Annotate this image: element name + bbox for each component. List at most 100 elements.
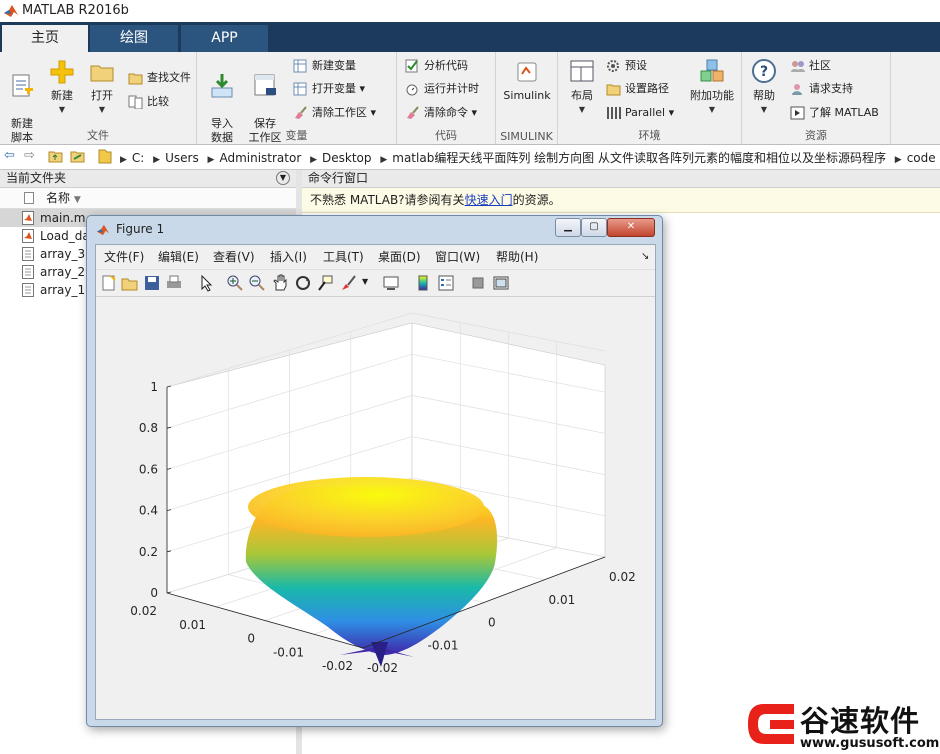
community-icon [791, 61, 805, 72]
hide-plot-tools-icon[interactable] [469, 274, 487, 292]
brush-icon [407, 106, 419, 119]
addons-button[interactable]: 附加功能 ▼ [686, 58, 738, 117]
menu-tools[interactable]: 工具(T) [323, 245, 364, 269]
plot-area[interactable]: 0 0.2 0.4 0.6 0.8 1 0.02 0.01 0 -0.01 -0.02 -0.02 -0… [96, 297, 655, 719]
insert-colorbar-icon[interactable] [414, 274, 432, 292]
insert-legend-icon[interactable] [437, 274, 455, 292]
parallel-button[interactable]: Parallel ▾ [606, 103, 674, 123]
tab-home[interactable]: 主页 [2, 25, 88, 52]
data-cursor-icon[interactable] [316, 274, 334, 292]
link-plot-icon[interactable] [382, 274, 400, 292]
run-and-time-button[interactable]: 运行并计时 [405, 79, 479, 99]
watermark: 谷速软件 www.gususoft.com [742, 694, 940, 754]
z-tick-label: 0 [150, 586, 158, 600]
watermark-url: www.gususoft.com [800, 736, 940, 751]
minimize-button[interactable]: ▁ [555, 218, 581, 237]
simulink-icon [517, 62, 537, 82]
browse-folder-icon[interactable] [70, 149, 86, 163]
compare-icon [128, 95, 143, 110]
menu-view[interactable]: 查看(V) [213, 245, 255, 269]
compare-button[interactable]: 比较 [128, 92, 169, 112]
gusu-logo-icon [748, 704, 794, 744]
y-tick-label: 0.02 [609, 570, 636, 584]
breadcrumb: ▶ C: ▶ Users ▶ Administrator ▶ Desktop ▶ matl… [120, 151, 936, 165]
panel-menu-icon[interactable]: ▼ [276, 171, 290, 185]
getting-started-notice: 不熟悉 MATLAB?请参阅有关快速入门的资源。 [302, 188, 940, 213]
tab-apps[interactable]: APP [181, 25, 268, 52]
learn-matlab-button[interactable]: 了解 MATLAB [790, 103, 879, 123]
menu-file[interactable]: 文件(F) [104, 245, 144, 269]
pointer-arrow-icon[interactable] [197, 274, 215, 292]
menu-edit[interactable]: 编辑(E) [158, 245, 199, 269]
maximize-button[interactable]: ▢ [581, 218, 607, 237]
figure-title-bar[interactable]: Figure 1 ▁ ▢ ✕ [87, 216, 662, 242]
crumb-drive[interactable]: C: [132, 151, 144, 165]
help-button[interactable]: ? 帮助 ▼ [742, 58, 786, 117]
new-figure-icon[interactable] [100, 274, 118, 292]
print-icon[interactable] [165, 274, 183, 292]
getting-started-link[interactable]: 快速入门 [465, 193, 513, 207]
menu-window[interactable]: 窗口(W) [435, 245, 480, 269]
forward-arrow-icon[interactable]: ⇨ [24, 148, 35, 163]
group-title-simulink: SIMULINK [500, 130, 553, 143]
help-question-icon: ? [752, 59, 776, 83]
preferences-button[interactable]: 预设 [606, 56, 647, 76]
group-title-variable: 变量 [285, 129, 308, 142]
request-support-button[interactable]: 请求支持 [790, 79, 853, 99]
ribbon: 新建 脚本 新建 ▼ 打开 ▼ 查找文件 比较 文件 导入 数据 保存 工作区 新建… [0, 52, 940, 145]
clear-workspace-button[interactable]: 清除工作区 ▾ [293, 103, 376, 123]
menu-insert[interactable]: 插入(I) [270, 245, 307, 269]
x-tick-label: -0.01 [273, 645, 304, 659]
menu-desktop[interactable]: 桌面(D) [378, 245, 421, 269]
brush-data-icon[interactable] [340, 274, 358, 292]
surface-cap [248, 477, 484, 537]
close-button[interactable]: ✕ [607, 218, 655, 237]
name-column-header[interactable]: 名称 ▼ [0, 188, 296, 209]
crumb-project[interactable]: matlab编程天线平面阵列 绘制方向图 从文件读取各阵列元素的幅度和相位以及坐… [392, 151, 886, 165]
dock-arrow-icon[interactable]: ↘ [641, 245, 649, 269]
clear-commands-button[interactable]: 清除命令 ▾ [405, 103, 477, 123]
open-variable-button[interactable]: 打开变量 ▾ [293, 79, 365, 99]
open-file-icon[interactable] [121, 274, 139, 292]
crumb-administrator[interactable]: Administrator [219, 151, 301, 165]
analyze-code-icon [405, 59, 418, 73]
tab-plots[interactable]: 绘图 [90, 25, 178, 52]
show-plot-tools-icon[interactable] [492, 274, 510, 292]
set-path-button[interactable]: 设置路径 [606, 79, 669, 99]
simulink-button[interactable]: Simulink [502, 58, 552, 103]
save-icon[interactable] [143, 274, 161, 292]
community-button[interactable]: 社区 [790, 56, 831, 76]
group-title-file: 文件 [87, 129, 109, 142]
y-tick-label: -0.01 [428, 638, 459, 652]
figure-window[interactable]: Figure 1 ▁ ▢ ✕ 文件(F) 编辑(E) 查看(V) 插入(I) 工… [86, 215, 663, 727]
crumb-users[interactable]: Users [165, 151, 199, 165]
brush-icon [295, 106, 307, 119]
address-bar: ⇦ ⇨ ▶ C: ▶ Users ▶ Administrator ▶ Desktop ▶… [0, 145, 940, 170]
matlab-logo-icon [4, 5, 18, 17]
back-arrow-icon[interactable]: ⇦ [4, 148, 15, 163]
up-folder-icon[interactable] [48, 149, 64, 163]
group-resources: ? 帮助 ▼ 社区 请求支持 了解 MATLAB 资源 [742, 52, 891, 144]
find-files-button[interactable]: 查找文件 [128, 68, 191, 88]
new-variable-button[interactable]: 新建变量 [293, 56, 356, 76]
figure-client-area: 文件(F) 编辑(E) 查看(V) 插入(I) 工具(T) 桌面(D) 窗口(W… [95, 244, 656, 720]
pan-hand-icon[interactable] [271, 274, 289, 292]
menu-help[interactable]: 帮助(H) [496, 245, 538, 269]
support-icon [792, 84, 802, 95]
open-button[interactable]: 打开 ▼ [80, 58, 124, 117]
layout-button[interactable]: 布局 ▼ [560, 58, 604, 117]
crumb-desktop[interactable]: Desktop [322, 151, 372, 165]
new-button[interactable]: 新建 ▼ [40, 58, 84, 117]
group-code: 分析代码 运行并计时 清除命令 ▾ 代码 [397, 52, 496, 144]
set-path-icon [606, 84, 621, 96]
surface-plot[interactable]: 0 0.2 0.4 0.6 0.8 1 0.02 0.01 0 -0.01 -0.02 -0.02 -0… [96, 297, 655, 719]
zoom-in-icon[interactable] [226, 274, 244, 292]
matlab-logo-icon [96, 224, 110, 236]
zoom-out-icon[interactable] [248, 274, 266, 292]
new-variable-icon [293, 59, 307, 73]
brush-dropdown-icon[interactable]: ▼ [362, 277, 368, 286]
analyze-code-button[interactable]: 分析代码 [405, 56, 468, 76]
crumb-code[interactable]: code [907, 151, 936, 165]
rotate-3d-icon[interactable] [294, 274, 312, 292]
open-variable-icon [293, 82, 307, 96]
